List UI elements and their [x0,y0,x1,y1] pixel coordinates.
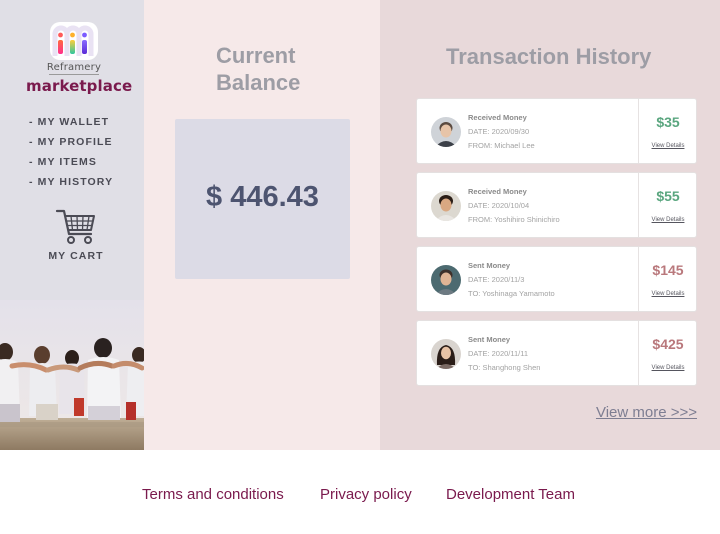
shopping-cart-icon [55,209,95,244]
transaction-divider [638,321,639,385]
footer: Terms and conditions Privacy policy Deve… [0,450,720,534]
balance-title-line1: Current [216,43,296,68]
footer-link-privacy[interactable]: Privacy policy [320,486,412,503]
transaction-party: FROM: Yoshihiro Shinichiro [468,215,560,224]
transaction-card[interactable]: Sent Money DATE: 2020/11/11 TO: Shanghon… [416,320,697,386]
transaction-date: DATE: 2020/10/04 [468,201,530,210]
view-details-link[interactable]: View Details [639,217,697,223]
page: Reframery marketplace - MY WALLET - MY P… [0,0,720,534]
brand-divider [49,74,99,75]
transaction-info: Received Money DATE: 2020/09/30 FROM: Mi… [468,113,535,155]
transaction-party: FROM: Michael Lee [468,141,535,150]
balance-title-line2: Balance [216,70,301,95]
avatar [431,117,461,147]
balance-amount: $ 446.43 [206,181,319,213]
brand-title: marketplace [26,77,133,95]
transaction-party: TO: Yoshinaga Yamamoto [468,289,555,298]
view-details-link[interactable]: View Details [639,365,697,371]
transaction-card[interactable]: Received Money DATE: 2020/09/30 FROM: Mi… [416,98,697,164]
transaction-type: Sent Money [468,261,511,270]
transaction-history-section: Transaction History Received Money DATE:… [380,0,720,450]
transaction-card[interactable]: Sent Money DATE: 2020/11/3 TO: Yoshinaga… [416,246,697,312]
transaction-divider [638,247,639,311]
transaction-type: Received Money [468,113,527,122]
sidebar-item-my-history[interactable]: - MY HISTORY [29,176,113,196]
sidebar: Reframery marketplace - MY WALLET - MY P… [0,0,144,450]
transaction-amount: $55 [656,188,680,204]
footer-link-terms[interactable]: Terms and conditions [142,486,284,503]
sidebar-item-my-items[interactable]: - MY ITEMS [29,156,113,176]
transaction-divider [638,173,639,237]
transaction-info: Sent Money DATE: 2020/11/11 TO: Shanghon… [468,335,540,377]
transaction-divider [638,99,639,163]
balance-card: $ 446.43 [175,119,350,279]
sidebar-item-my-wallet[interactable]: - MY WALLET [29,116,113,136]
transaction-date: DATE: 2020/09/30 [468,127,530,136]
view-details-link[interactable]: View Details [639,143,697,149]
my-cart-label: MY CART [48,250,104,262]
view-more-link[interactable]: View more >>> [596,404,697,421]
sidebar-item-my-profile[interactable]: - MY PROFILE [29,136,113,156]
avatar [431,339,461,369]
friends-photo [0,300,144,450]
logo-mark-icon [50,22,98,60]
brand-name: Reframery [46,62,102,73]
transaction-amount: $35 [656,114,680,130]
brand-logo[interactable]: Reframery marketplace [26,22,133,95]
balance-title: Current Balance [216,42,300,96]
transaction-card[interactable]: Received Money DATE: 2020/10/04 FROM: Yo… [416,172,697,238]
view-details-link[interactable]: View Details [639,291,697,297]
transaction-history-title: Transaction History [446,44,652,69]
avatar [431,191,461,221]
transaction-amount: $425 [652,336,684,352]
transaction-date: DATE: 2020/11/3 [468,275,525,284]
transaction-date: DATE: 2020/11/11 [468,349,529,358]
balance-section: Current Balance $ 446.43 [144,0,380,450]
footer-link-development-team[interactable]: Development Team [446,486,575,503]
sidebar-nav: - MY WALLET - MY PROFILE - MY ITEMS - MY… [29,116,113,196]
transaction-type: Received Money [468,187,527,196]
transaction-info: Received Money DATE: 2020/10/04 FROM: Yo… [468,187,560,229]
transaction-info: Sent Money DATE: 2020/11/3 TO: Yoshinaga… [468,261,555,303]
my-cart-button[interactable]: MY CART [40,208,112,262]
transaction-amount: $145 [652,262,684,278]
avatar [431,265,461,295]
transaction-type: Sent Money [468,335,511,344]
transaction-party: TO: Shanghong Shen [468,363,541,372]
